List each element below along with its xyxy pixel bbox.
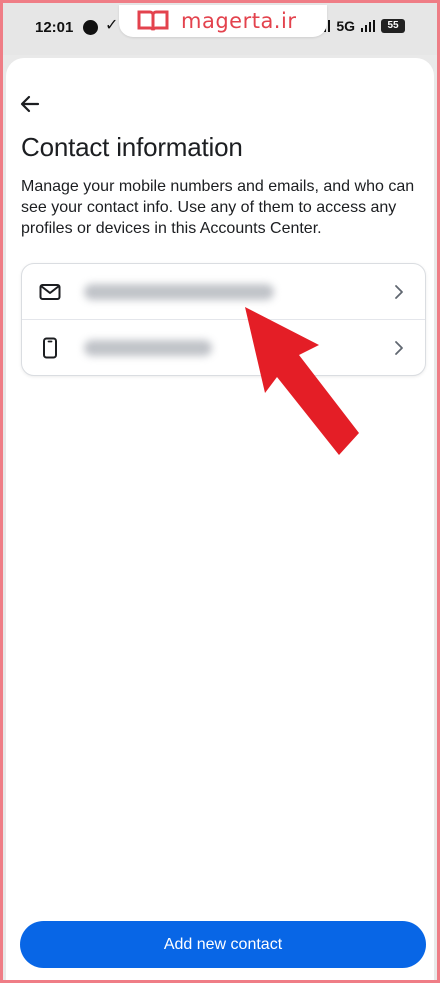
status-time: 12:01: [35, 19, 74, 36]
page-title: Contact information: [21, 132, 243, 162]
check-notification-icon: ✓: [105, 17, 119, 34]
chevron-right-icon: [395, 285, 403, 299]
email-value-redacted: [84, 284, 274, 300]
chevron-right-icon: [395, 341, 403, 355]
red-pointer-arrow-icon: [245, 307, 359, 455]
screen-frame: 12:01 ✓ 5G 55 magerta.ir Contact informa…: [0, 0, 440, 983]
watermark-text: magerta.ir: [181, 9, 297, 33]
arrow-left-icon: [20, 95, 40, 113]
contact-list: [21, 263, 426, 376]
battery-icon: 55: [381, 19, 405, 33]
notification-dot-icon: [83, 20, 98, 35]
add-new-contact-button[interactable]: Add new contact: [20, 921, 426, 968]
network-type: 5G: [336, 18, 355, 34]
mail-icon: [39, 284, 61, 300]
mobile-phone-icon: [43, 337, 57, 359]
phone-value-redacted: [84, 340, 212, 356]
book-logo-icon: [137, 10, 169, 31]
contact-information-sheet: Contact information Manage your mobile n…: [6, 58, 434, 980]
watermark: magerta.ir: [119, 5, 327, 37]
page-description: Manage your mobile numbers and emails, a…: [21, 178, 415, 237]
signal-icon-2: [361, 20, 375, 32]
back-button[interactable]: [16, 90, 44, 118]
